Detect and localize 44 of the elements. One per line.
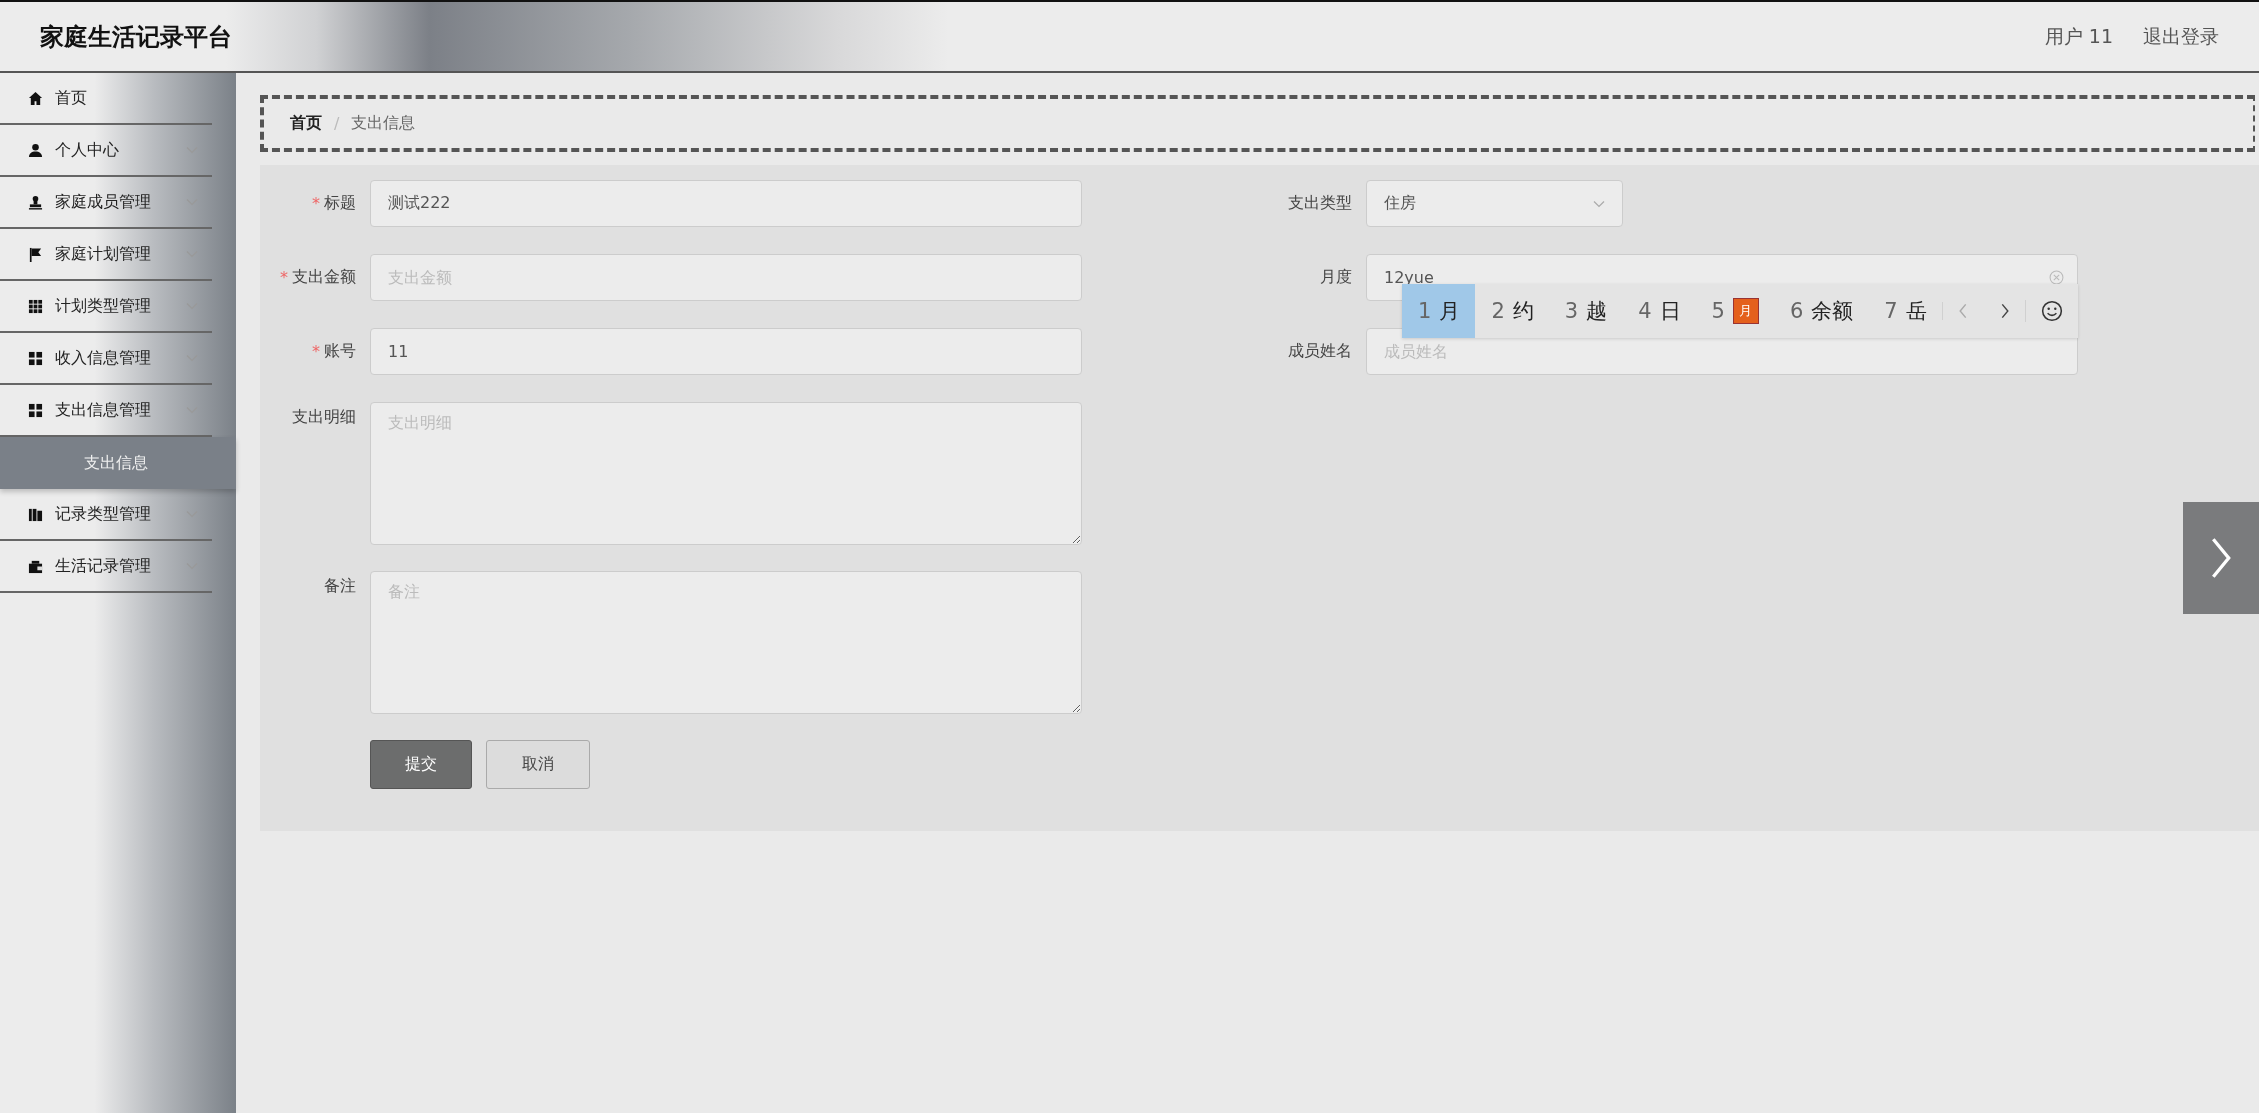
- required-mark: *: [312, 194, 320, 213]
- select-field[interactable]: 住房: [1366, 180, 1623, 227]
- field-label: 支出明细: [292, 406, 356, 428]
- menu-item[interactable]: 收入信息管理: [0, 333, 212, 385]
- menu-item[interactable]: 计划类型管理: [0, 281, 212, 333]
- menu-item[interactable]: 首页: [0, 73, 212, 125]
- input-field[interactable]: 11: [370, 328, 1082, 375]
- field-label: 标题: [324, 193, 356, 214]
- books-icon: [28, 506, 43, 522]
- wallet-icon: [28, 558, 43, 574]
- menu-item[interactable]: 个人中心: [0, 125, 212, 177]
- person-icon: [28, 142, 43, 158]
- submenu-item[interactable]: 支出信息: [0, 437, 236, 489]
- grid4-icon: [28, 350, 43, 366]
- required-mark: *: [312, 342, 320, 361]
- chevron-down-icon: [1593, 199, 1605, 208]
- menu-item[interactable]: 家庭计划管理: [0, 229, 212, 281]
- menu-item[interactable]: 生活记录管理: [0, 541, 212, 593]
- required-mark: *: [280, 268, 288, 287]
- breadcrumb-link[interactable]: 首页: [290, 113, 322, 134]
- field-label: 支出类型: [1288, 193, 1352, 214]
- field-label: 备注: [324, 575, 356, 597]
- field-label: 月度: [1320, 267, 1352, 288]
- stamp-icon: [28, 194, 43, 210]
- submit-button[interactable]: 提交: [370, 740, 472, 789]
- ime-candidate[interactable]: 1 月: [1402, 284, 1476, 338]
- grid4-icon: [28, 402, 43, 418]
- field-label: 支出金额: [292, 267, 356, 288]
- next-slide-button[interactable]: [2183, 502, 2259, 614]
- menu-item[interactable]: 家庭成员管理: [0, 177, 212, 229]
- field-label: 成员姓名: [1288, 341, 1352, 362]
- logout-link[interactable]: 退出登录: [2143, 23, 2219, 50]
- cancel-button[interactable]: 取消: [486, 740, 590, 789]
- flag-icon: [28, 246, 43, 262]
- home-icon: [28, 90, 43, 106]
- grid9-icon: [28, 298, 43, 314]
- app-title: 家庭生活记录平台: [40, 21, 232, 53]
- breadcrumb-link[interactable]: 支出信息: [351, 113, 416, 134]
- chevron-right-icon: [2210, 536, 2232, 580]
- input-field[interactable]: 测试222: [370, 180, 1082, 227]
- breadcrumb-separator: /: [334, 114, 340, 133]
- user-name: 用户 11: [2044, 23, 2113, 49]
- field-label: 账号: [324, 341, 356, 362]
- menu-item[interactable]: 记录类型管理: [0, 489, 212, 541]
